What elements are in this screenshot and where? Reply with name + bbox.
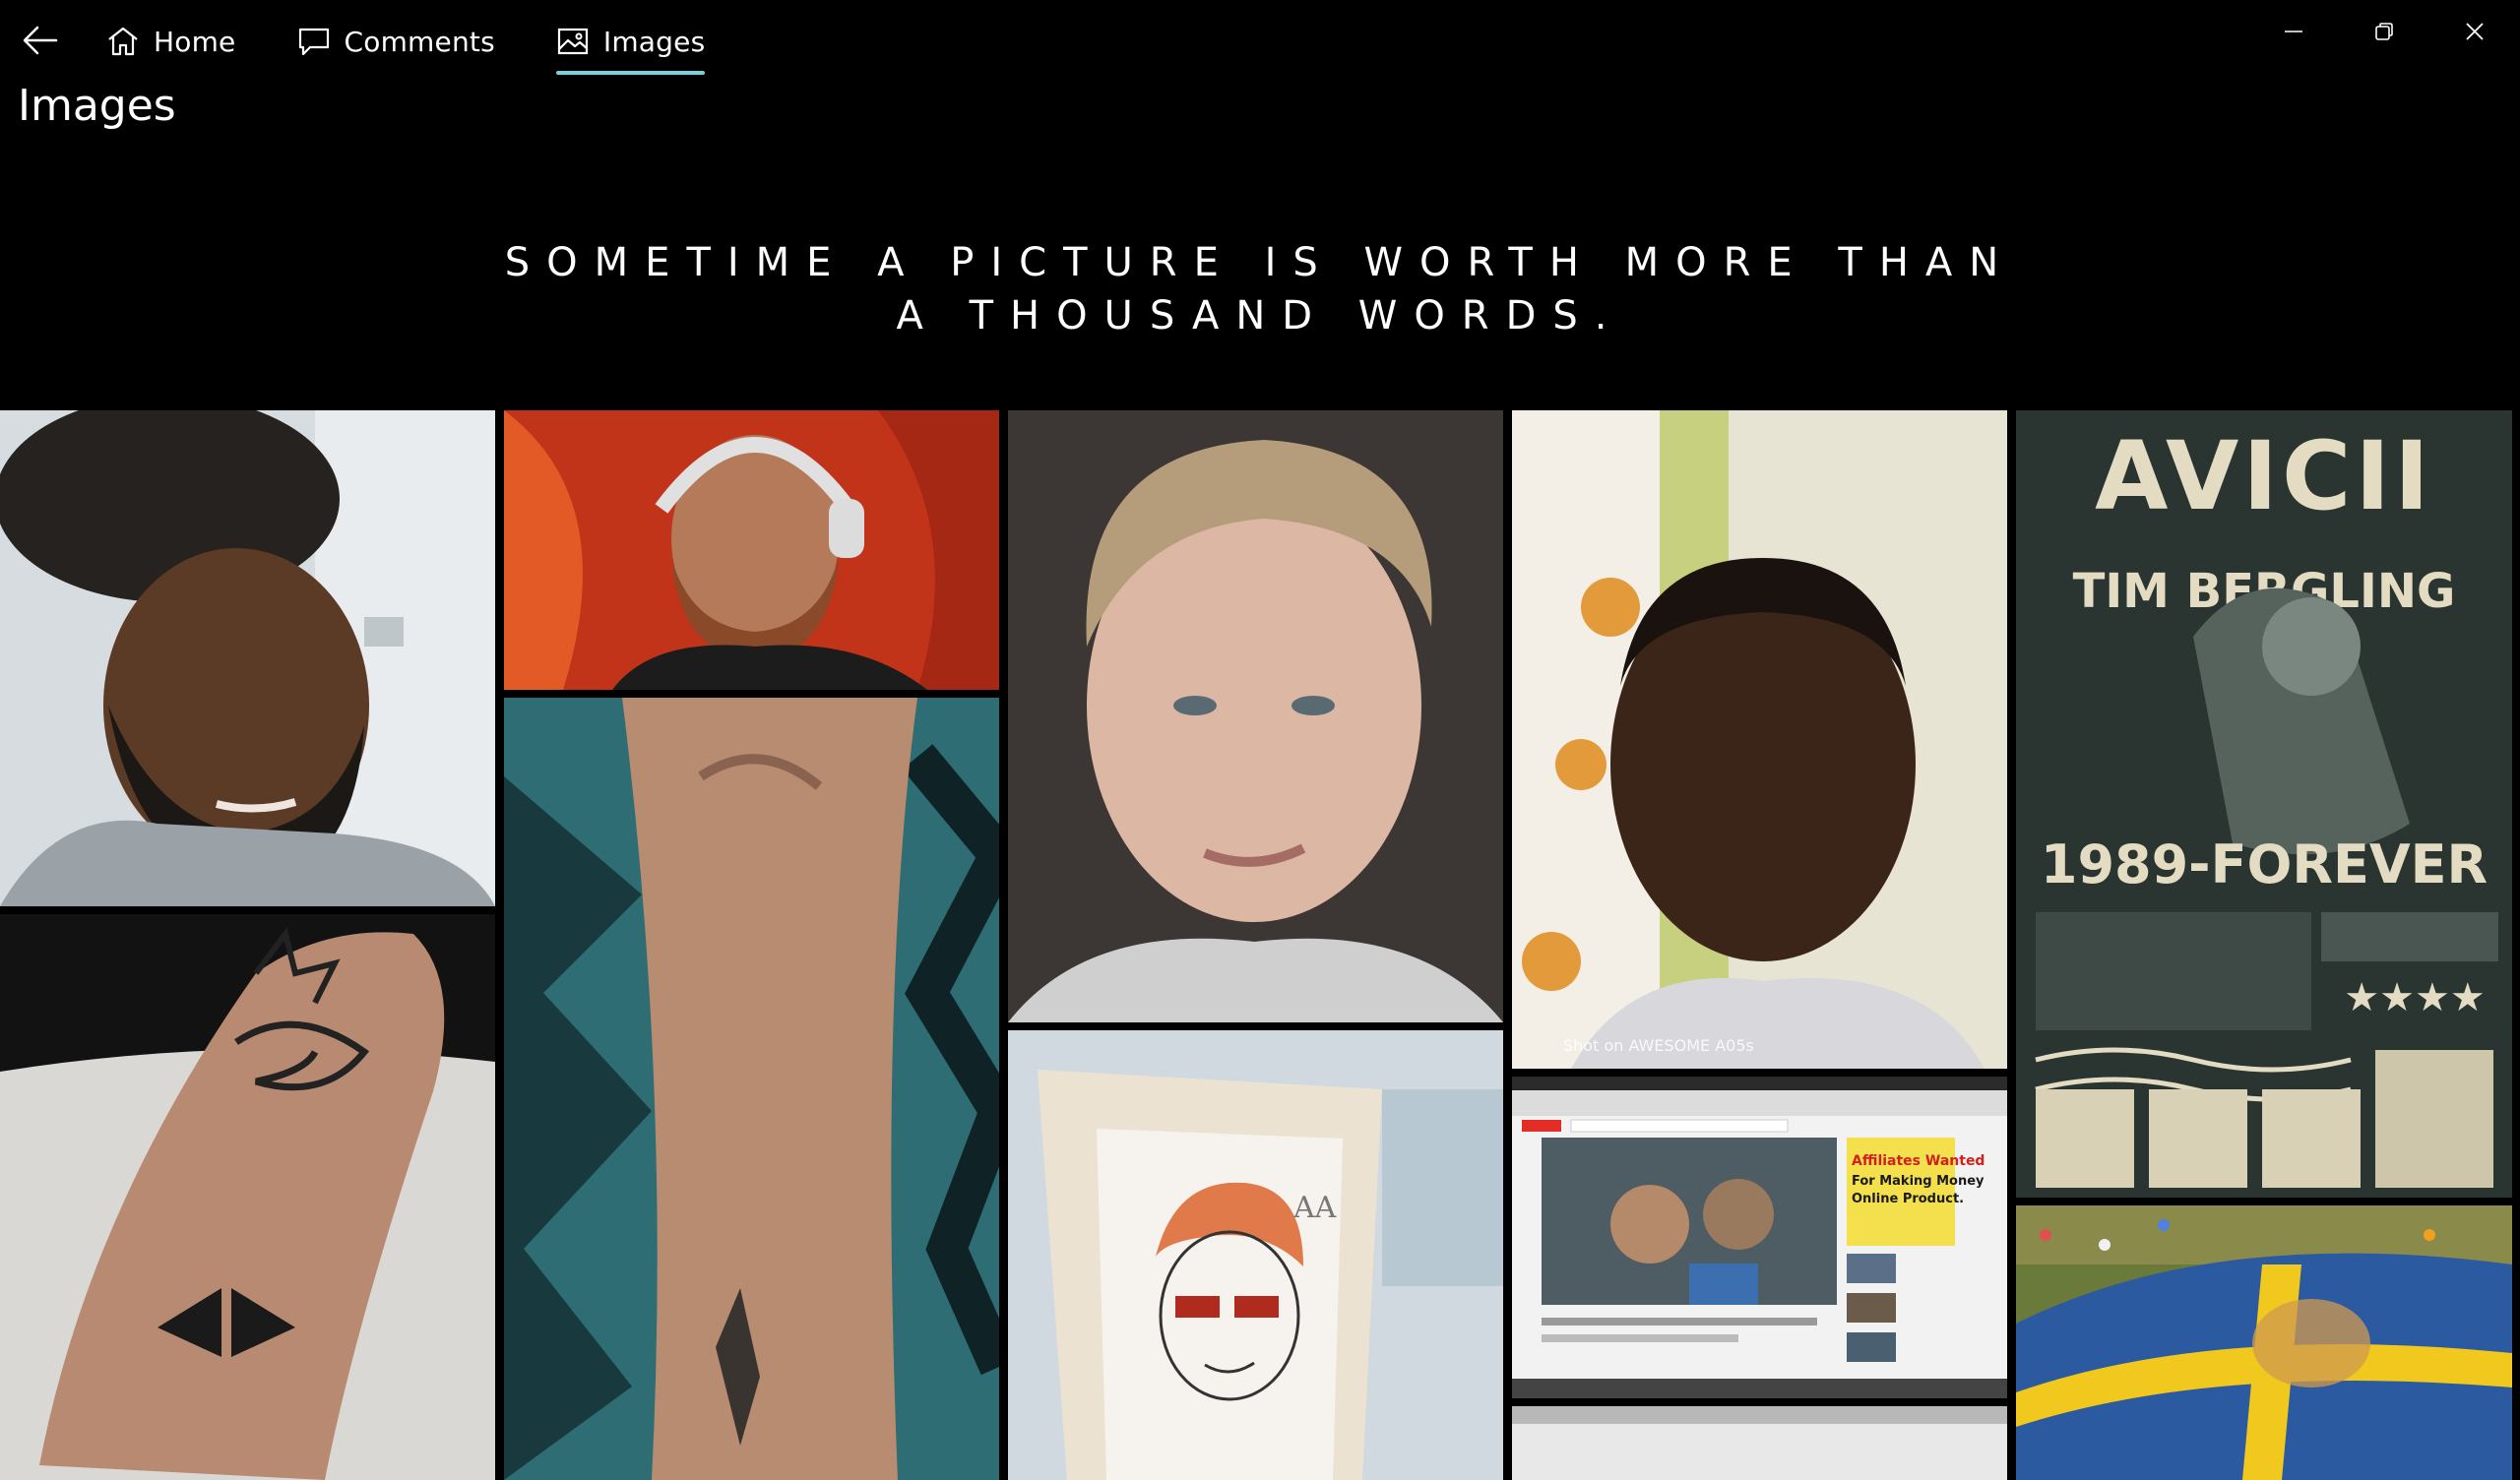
gallery-image-arm-triangle-tattoo[interactable]: [504, 698, 999, 1480]
poster-title: AVICII: [2095, 421, 2433, 531]
window-controls: [2248, 0, 2520, 63]
nav-label-images: Images: [602, 25, 706, 58]
back-button[interactable]: [14, 14, 67, 67]
image-gallery: AA Shot on AWESOME A05s Affiliates Wante…: [0, 410, 2520, 1480]
minimize-button[interactable]: [2248, 0, 2339, 63]
nav-item-images[interactable]: Images: [555, 14, 706, 75]
gallery-image-boy-selfie[interactable]: Shot on AWESOME A05s: [1512, 410, 2007, 1069]
gallery-image-boy-drawing[interactable]: AA: [1008, 1030, 1503, 1480]
top-navigation: Home Comments Images: [106, 14, 766, 75]
drawing-initials: AA: [1292, 1191, 1337, 1225]
poster-stars: ★★★★: [2344, 975, 2485, 1020]
page-title: Images: [18, 81, 176, 131]
close-button[interactable]: [2429, 0, 2520, 63]
nav-label-home: Home: [154, 25, 236, 58]
close-icon: [2466, 23, 2484, 40]
camera-watermark: Shot on AWESOME A05s: [1563, 1036, 1754, 1055]
ad-line-1: Affiliates Wanted: [1852, 1153, 1984, 1169]
ad-line-2: For Making Money: [1852, 1174, 1984, 1189]
comment-icon: [298, 28, 329, 56]
nav-label-comments: Comments: [344, 25, 495, 58]
restore-button[interactable]: [2339, 0, 2429, 63]
title-bar: Home Comments Images: [0, 0, 2520, 81]
gallery-image-partial-white[interactable]: [1512, 1406, 2007, 1480]
ad-line-3: Online Product.: [1852, 1192, 1964, 1206]
nav-item-comments[interactable]: Comments: [297, 14, 495, 69]
gallery-image-dj-headphones[interactable]: [504, 410, 999, 690]
minimize-icon: [2285, 31, 2302, 32]
restore-icon: [2375, 23, 2393, 40]
nav-item-home[interactable]: Home: [106, 14, 236, 69]
gallery-image-man-hightop[interactable]: [0, 410, 495, 906]
home-icon: [108, 27, 138, 56]
gallery-image-blond-boy[interactable]: [1008, 410, 1503, 1022]
gallery-image-forearm-tattoo[interactable]: [0, 914, 495, 1480]
poster-years: 1989-FOREVER: [2041, 833, 2488, 895]
gallery-image-avicii-poster[interactable]: AVICII TIM BERGLING 1989-FOREVER ★★★★: [2016, 410, 2512, 1198]
arrow-left-icon: [23, 26, 58, 55]
tagline-line-2: A THOUSAND WORDS.: [896, 293, 1624, 339]
gallery-image-browser-screenshot[interactable]: Affiliates Wanted For Making Money Onlin…: [1512, 1077, 2007, 1398]
image-icon: [557, 28, 588, 55]
tagline-line-1: SOMETIME A PICTURE IS WORTH MORE THAN: [504, 240, 2016, 285]
tagline: SOMETIME A PICTURE IS WORTH MORE THAN A …: [0, 236, 2520, 342]
gallery-image-crowd-flag[interactable]: [2016, 1205, 2512, 1480]
